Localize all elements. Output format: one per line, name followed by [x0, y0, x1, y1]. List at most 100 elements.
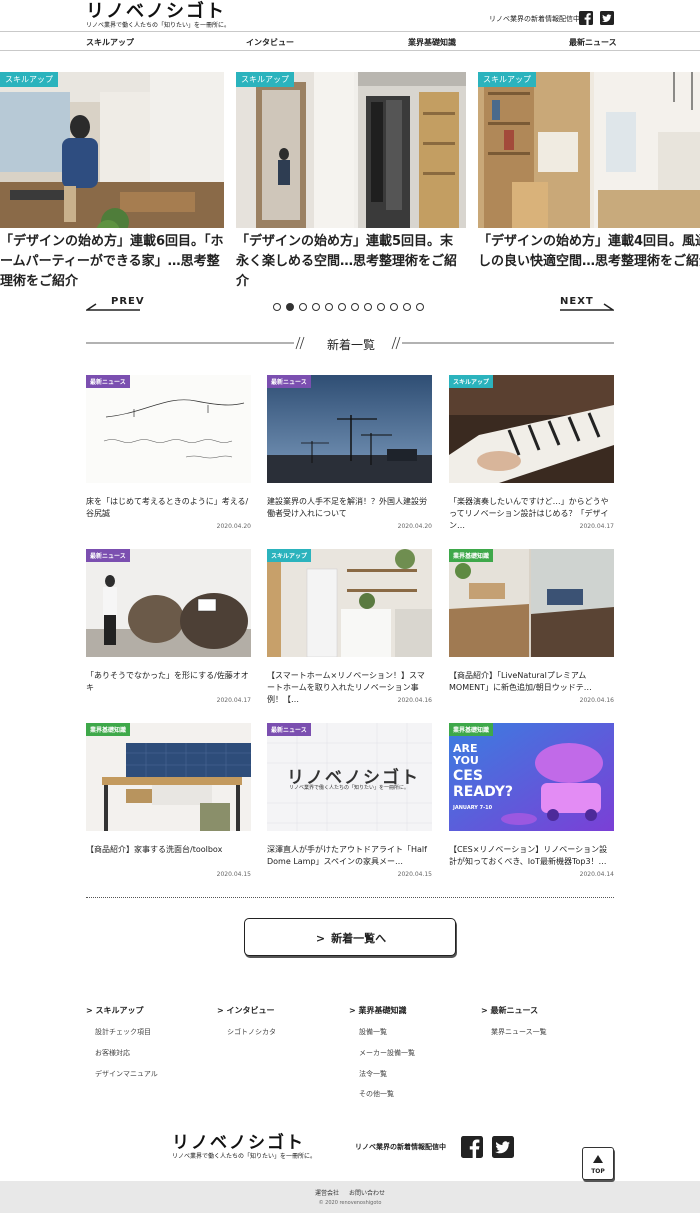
slide-title[interactable]: 「デザインの始め方」連載5回目。末永く楽しめる空間…思考整理術をご紹介	[236, 232, 466, 292]
card-image: 最新ニュース	[86, 375, 251, 483]
carousel-dot[interactable]	[325, 303, 333, 311]
footer-head-label: インタビュー	[226, 1006, 275, 1015]
card-date: 2020.04.20	[216, 523, 251, 530]
ces-text-2: YOU	[453, 754, 479, 767]
card-image: 最新ニュース	[86, 549, 251, 657]
slide-title[interactable]: 「デザインの始め方」連載6回目。「ホームパーティーができる家」…思考整理術をご紹…	[0, 232, 224, 292]
nav-latest-news[interactable]: 最新ニュース	[569, 37, 617, 48]
card-logo-subtitle: リノベ業界で働く人たちの「知りたい」を一冊所に。	[289, 785, 410, 791]
twitter-icon[interactable]	[600, 11, 614, 25]
carousel-dot[interactable]	[351, 303, 359, 311]
dotted-divider	[86, 897, 614, 898]
footer-head-label: 最新ニュース	[490, 1006, 539, 1015]
footer-link[interactable]: シゴトノシカタ	[227, 1027, 276, 1037]
footer-link[interactable]: お客様対応	[95, 1048, 130, 1058]
footer-link[interactable]: 法令一覧	[359, 1069, 387, 1079]
ces-text-4: READY?	[453, 784, 514, 800]
header-tagline: リノベ業界の新着情報配信中	[489, 15, 580, 23]
card-image: ARE YOU CES READY? JANUARY 7-10 業界基礎知識	[449, 723, 614, 831]
card-title[interactable]: 深澤直人が手がけたアウトドアライト「Half Dome Lamp」スペインの家具…	[267, 844, 432, 868]
card-image: 最新ニュース	[267, 375, 432, 483]
facebook-icon[interactable]	[579, 11, 593, 25]
card-date: 2020.04.14	[579, 871, 614, 878]
more-news-button[interactable]: > 新着一覧へ	[244, 918, 456, 956]
card-title[interactable]: 「ありそうでなかった」を形にする/佐藤オオキ	[86, 670, 251, 694]
card-badge: 業界基礎知識	[449, 723, 494, 736]
copyright: © 2020 renovenoshigoto	[318, 1200, 382, 1206]
back-to-top-button[interactable]: TOP	[582, 1147, 614, 1180]
section-title: 新着一覧	[326, 338, 375, 352]
card-image: 業界基礎知識	[86, 723, 251, 831]
card-badge: スキルアップ	[267, 549, 312, 562]
footer-tagline: リノベ業界の新着情報配信中	[355, 1143, 446, 1151]
card-badge: 最新ニュース	[267, 375, 311, 388]
carousel-dot[interactable]	[364, 303, 372, 311]
card-title[interactable]: 【商品紹介】「LiveNaturalプレミアム MOMENT」に新色追加/朝日ウ…	[449, 670, 614, 694]
slide-badge: スキルアップ	[0, 72, 58, 87]
chevron-right-icon: >	[315, 932, 326, 945]
contact-link[interactable]: お問い合わせ	[349, 1190, 385, 1197]
ces-date-text: JANUARY 7-10	[453, 805, 493, 811]
card-image: リノベノシゴト リノベ業界で働く人たちの「知りたい」を一冊所に。 最新ニュース	[267, 723, 432, 831]
site-logo[interactable]: リノベノシゴト リノベ業界で働く人たちの「知りたい」を一冊所に。	[86, 2, 230, 30]
logo-text: リノベノシゴト	[86, 1, 226, 22]
carousel-dot[interactable]	[299, 303, 307, 311]
card-date: 2020.04.17	[216, 697, 251, 704]
logo-subtitle: リノベ業界で働く人たちの「知りたい」を一冊所に。	[86, 22, 231, 29]
prev-button[interactable]: PREV	[111, 296, 145, 307]
card-title[interactable]: 建設業界の人手不足を解消！？外国人建設労働者受け入れについて	[267, 496, 432, 520]
card-image: スキルアップ	[449, 375, 614, 483]
global-nav: スキルアップ インタビュー 業界基礎知識 最新ニュース	[0, 31, 700, 51]
carousel-dot[interactable]	[312, 303, 320, 311]
card-badge: 最新ニュース	[86, 549, 130, 562]
footer-link[interactable]: 業界ニュース一覧	[491, 1027, 547, 1037]
nav-interview[interactable]: インタビュー	[246, 37, 294, 48]
next-button[interactable]: NEXT	[560, 296, 594, 307]
footer-link[interactable]: 設備一覧	[359, 1027, 387, 1037]
slide-image: スキルアップ	[236, 72, 466, 228]
card-image: 業界基礎知識	[449, 549, 614, 657]
back-to-top-label: TOP	[591, 1168, 605, 1175]
footer-logo[interactable]: リノベノシゴト リノベ業界で働く人たちの「知りたい」を一冊所に。	[172, 1133, 316, 1161]
footer-link[interactable]: デザインマニュアル	[95, 1069, 158, 1079]
company-link[interactable]: 運営会社	[315, 1190, 339, 1197]
nav-skillup[interactable]: スキルアップ	[86, 37, 134, 48]
slide-title[interactable]: 「デザインの始め方」連載4回目。風通しの良い快適空間…思考整理術をご紹介	[478, 232, 700, 272]
footer-head-interview[interactable]: > インタビュー	[217, 1005, 275, 1016]
carousel-dot[interactable]	[390, 303, 398, 311]
card-date: 2020.04.16	[397, 697, 432, 704]
site-header: リノベノシゴト リノベ業界で働く人たちの「知りたい」を一冊所に。 リノベ業界の新…	[0, 0, 700, 51]
footer-link[interactable]: その他一覧	[359, 1089, 394, 1099]
carousel-dot[interactable]	[273, 303, 281, 311]
footer-twitter-icon[interactable]	[492, 1136, 514, 1158]
carousel-dot[interactable]	[416, 303, 424, 311]
footer-bottom-bar: 運営会社 お問い合わせ © 2020 renovenoshigoto	[0, 1181, 700, 1213]
ces-text-3: CES	[453, 768, 483, 784]
footer-head-label: スキルアップ	[95, 1006, 144, 1015]
card-title[interactable]: 【CES×リノベーション】リノベーション設計が知っておくべき、IoT最新機器To…	[449, 844, 614, 868]
footer-head-latest-news[interactable]: > 最新ニュース	[481, 1005, 538, 1016]
carousel-dot[interactable]	[403, 303, 411, 311]
footer-head-basics[interactable]: > 業界基礎知識	[349, 1005, 407, 1016]
card-badge: 最新ニュース	[86, 375, 130, 388]
slide-badge: スキルアップ	[236, 72, 294, 87]
card-badge: スキルアップ	[449, 375, 494, 388]
footer-link[interactable]: 設計チェック項目	[95, 1027, 151, 1037]
carousel-dot[interactable]	[338, 303, 346, 311]
footer-head-label: 業界基礎知識	[358, 1006, 407, 1015]
footer-link[interactable]: メーカー設備一覧	[359, 1048, 415, 1058]
card-title[interactable]: 床を「はじめて考えるときのように」考える/谷尻誠	[86, 496, 251, 520]
card-date: 2020.04.15	[216, 871, 251, 878]
footer-logo-subtitle: リノベ業界で働く人たちの「知りたい」を一冊所に。	[172, 1153, 317, 1160]
carousel-dot[interactable]	[377, 303, 385, 311]
card-badge: 業界基礎知識	[449, 549, 494, 562]
footer-facebook-icon[interactable]	[461, 1136, 483, 1158]
carousel-dot[interactable]	[286, 303, 294, 311]
nav-basics[interactable]: 業界基礎知識	[408, 37, 456, 48]
card-title[interactable]: 【商品紹介】家事する洗面台/toolbox	[86, 844, 251, 856]
card-date: 2020.04.17	[579, 523, 614, 530]
triangle-up-icon	[593, 1155, 603, 1163]
footer-head-skillup[interactable]: > スキルアップ	[86, 1005, 144, 1016]
slide-image: スキルアップ	[478, 72, 700, 228]
card-badge: 業界基礎知識	[86, 723, 131, 736]
